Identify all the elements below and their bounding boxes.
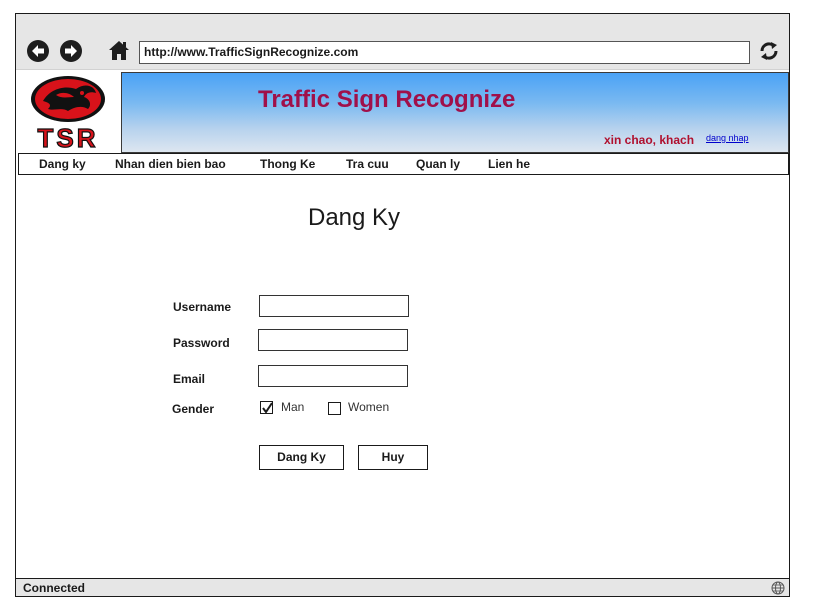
nav-item-thong-ke[interactable]: Thong Ke <box>260 157 315 171</box>
forward-button[interactable] <box>60 40 82 62</box>
gender-man-label: Man <box>281 400 305 414</box>
gender-women-label: Women <box>348 400 390 414</box>
address-bar[interactable]: http://www.TrafficSignRecognize.com <box>139 41 750 64</box>
gender-label: Gender <box>172 402 215 416</box>
user-greeting: xin chao, khach <box>604 133 695 147</box>
nav-item-tra-cuu[interactable]: Tra cuu <box>346 157 389 171</box>
refresh-button[interactable] <box>757 39 781 63</box>
page-title: Dang Ky <box>308 204 401 231</box>
gender-women-checkbox[interactable] <box>328 402 341 415</box>
password-input[interactable] <box>258 329 408 351</box>
email-label: Email <box>173 372 206 386</box>
username-label: Username <box>173 300 232 314</box>
email-input[interactable] <box>258 365 408 387</box>
home-icon <box>109 41 129 60</box>
username-input[interactable] <box>259 295 409 317</box>
connection-status: Connected <box>23 581 86 595</box>
back-button[interactable] <box>27 40 49 62</box>
status-bar: Connected <box>16 578 789 596</box>
refresh-icon <box>760 42 778 60</box>
nav-item-nhan-dien-bien-bao[interactable]: Nhan dien bien bao <box>115 157 226 171</box>
checkmark-icon <box>262 402 273 414</box>
nav-item-quan-ly[interactable]: Quan ly <box>416 157 460 171</box>
arrow-right-icon <box>65 45 77 57</box>
site-title: Traffic Sign Recognize <box>258 86 516 113</box>
nav-item-lien-he[interactable]: Lien he <box>488 157 530 171</box>
browser-window: http://www.TrafficSignRecognize.com TSR … <box>15 13 790 597</box>
logo-text: TSR <box>38 123 99 153</box>
browser-toolbar: http://www.TrafficSignRecognize.com <box>16 14 789 70</box>
nav-item-dang-ky[interactable]: Dang ky <box>39 157 86 171</box>
password-label: Password <box>173 336 230 350</box>
site-header-banner: Traffic Sign Recognize xin chao, khach d… <box>121 72 789 153</box>
main-nav: Dang ky Nhan dien bien bao Thong Ke Tra … <box>18 153 789 175</box>
arrow-left-icon <box>32 45 44 57</box>
cancel-button[interactable]: Huy <box>358 445 428 470</box>
dragon-logo-icon: TSR <box>31 76 105 154</box>
site-logo[interactable]: TSR <box>16 71 120 154</box>
login-link[interactable]: dang nhap <box>706 133 749 143</box>
register-button[interactable]: Dang Ky <box>259 445 344 470</box>
home-button[interactable] <box>108 39 130 61</box>
globe-icon <box>771 581 785 595</box>
gender-man-checkbox[interactable] <box>260 401 273 414</box>
